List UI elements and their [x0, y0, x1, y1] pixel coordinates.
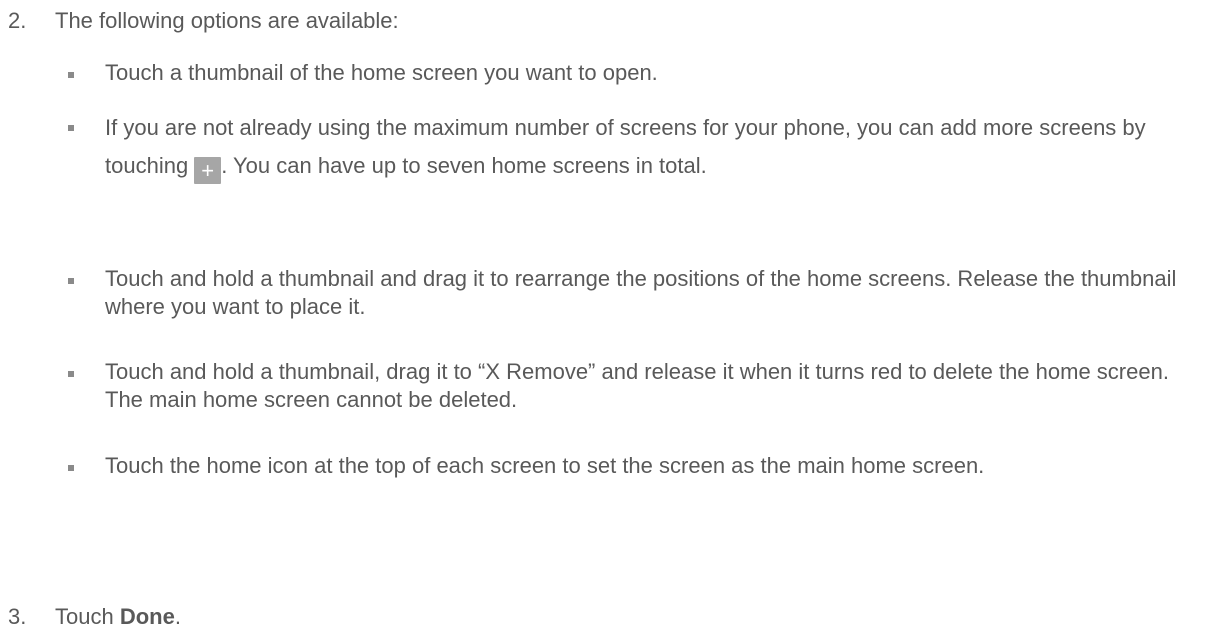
step-text: Touch Done.: [55, 603, 181, 631]
step-text: The following options are available:: [55, 8, 399, 33]
option-text: Touch the home icon at the top of each s…: [105, 453, 985, 478]
bullet-icon: [68, 465, 74, 471]
done-label: Done: [119, 604, 175, 629]
list-item: Touch a thumbnail of the home screen you…: [68, 59, 1208, 87]
step-2: 2. The following options are available:: [0, 7, 399, 35]
list-item: Touch the home icon at the top of each s…: [68, 452, 1208, 480]
step-text-suffix: .: [174, 604, 181, 629]
bullet-icon: [68, 72, 74, 78]
bullet-icon: [68, 278, 74, 284]
option-text: Touch and hold a thumbnail and drag it t…: [105, 266, 1177, 319]
option-text: Touch and hold a thumbnail, drag it to “…: [105, 359, 1169, 412]
option-text: Touch a thumbnail of the home screen you…: [105, 60, 658, 85]
step-number: 3.: [8, 604, 27, 629]
bullet-icon: [68, 125, 74, 131]
step-3: 3. Touch Done.: [0, 603, 181, 631]
step-number: 2.: [8, 8, 27, 33]
list-item: Touch and hold a thumbnail, drag it to “…: [68, 358, 1208, 414]
option-text: If you are not already using the maximum…: [105, 109, 1208, 185]
bullet-icon: [68, 371, 74, 377]
list-item: Touch and hold a thumbnail and drag it t…: [68, 265, 1208, 321]
option-text-after-icon: . You can have up to seven home screens …: [221, 153, 707, 178]
step-text-prefix: Touch: [55, 604, 120, 629]
plus-icon: +: [194, 157, 222, 184]
list-item: If you are not already using the maximum…: [68, 109, 1208, 185]
